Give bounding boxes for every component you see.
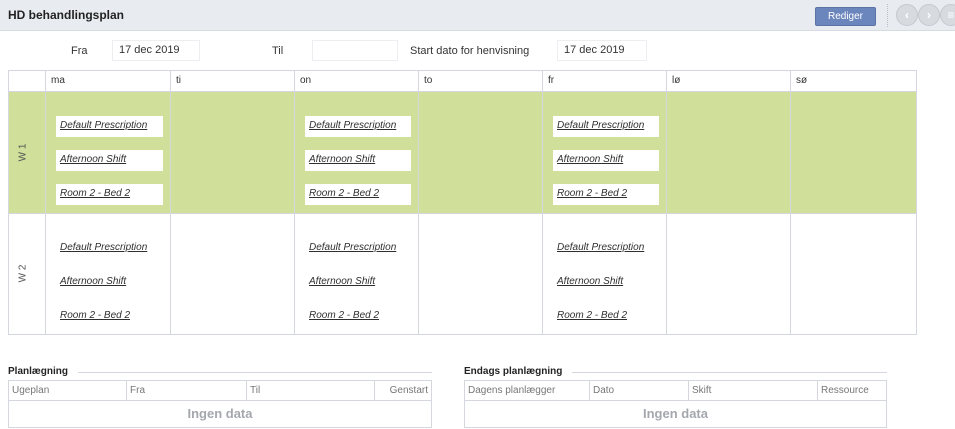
from-label: Fra [71,45,88,57]
day-cell-to [419,92,543,214]
day-planning-divider [572,372,887,373]
column-header[interactable]: Ressource [818,381,886,401]
prescription-link[interactable]: Default Prescription [56,238,163,259]
schedule-grid: ma ti on to fr lø sø W 1 Default Prescri… [8,70,917,335]
start-date-field[interactable]: 17 dec 2019 [557,40,647,61]
day-header-on: on [295,71,419,92]
title-bar: HD behandlingsplan Rediger ‹ › ≡ [0,0,955,31]
planning-title: Planlægning [8,366,68,377]
location-link[interactable]: Room 2 - Bed 2 [553,184,659,205]
menu-icon[interactable]: ≡ [940,4,955,26]
location-link[interactable]: Room 2 - Bed 2 [305,306,411,327]
shift-link[interactable]: Afternoon Shift [553,150,659,171]
day-planning-title: Endags planlægning [464,366,563,377]
day-cell-ti [171,214,295,334]
column-header[interactable]: Dato [590,381,689,401]
planning-divider [78,372,432,373]
day-header-lo: lø [667,71,791,92]
column-header[interactable]: Skift [689,381,818,401]
empty-state: Ingen data [642,406,708,421]
prev-icon[interactable]: ‹ [896,4,918,26]
day-cell-ma: Default Prescription Afternoon Shift Roo… [46,92,171,214]
day-header-ti: ti [171,71,295,92]
day-header-fr: fr [543,71,667,92]
week-label-cell: W 2 [9,214,46,334]
week-label: W 1 [17,143,29,162]
column-header[interactable]: Ugeplan [9,381,127,401]
empty-state: Ingen data [187,406,253,421]
day-cell-on: Default Prescription Afternoon Shift Roo… [295,92,419,214]
week-label-cell: W 1 [9,92,46,214]
day-cell-to [419,214,543,334]
column-header[interactable]: Genstart [375,381,431,401]
prescription-link[interactable]: Default Prescription [553,238,659,259]
start-date-label: Start dato for henvisning [410,45,530,57]
column-header[interactable]: Dagens planlægger [465,381,590,401]
shift-link[interactable]: Afternoon Shift [56,272,163,293]
prescription-link[interactable]: Default Prescription [305,238,411,259]
shift-link[interactable]: Afternoon Shift [305,272,411,293]
location-link[interactable]: Room 2 - Bed 2 [305,184,411,205]
day-planning-table: Dagens planlægger Dato Skift Ressource I… [464,380,887,428]
column-header[interactable]: Til [247,381,375,401]
day-header-ma: ma [46,71,171,92]
day-cell-on: Default Prescription Afternoon Shift Roo… [295,214,419,334]
prescription-link[interactable]: Default Prescription [305,116,411,137]
to-date-field[interactable] [312,40,398,61]
week-label: W 2 [17,264,29,283]
column-header[interactable]: Fra [127,381,247,401]
day-cell-lo [667,92,791,214]
edit-button[interactable]: Rediger [815,7,876,26]
next-icon[interactable]: › [918,4,940,26]
day-header-to: to [419,71,543,92]
to-label: Til [272,45,284,57]
shift-link[interactable]: Afternoon Shift [553,272,659,293]
day-cell-so [791,92,916,214]
location-link[interactable]: Room 2 - Bed 2 [553,306,659,327]
page-title: HD behandlingsplan [8,8,125,22]
toolbar-divider [887,4,888,27]
day-cell-ma: Default Prescription Afternoon Shift Roo… [46,214,171,334]
day-cell-fr: Default Prescription Afternoon Shift Roo… [543,214,667,334]
shift-link[interactable]: Afternoon Shift [305,150,411,171]
day-cell-so [791,214,916,334]
location-link[interactable]: Room 2 - Bed 2 [56,184,163,205]
shift-link[interactable]: Afternoon Shift [56,150,163,171]
day-cell-fr: Default Prescription Afternoon Shift Roo… [543,92,667,214]
prescription-link[interactable]: Default Prescription [553,116,659,137]
planning-table: Ugeplan Fra Til Genstart Ingen data [8,380,432,428]
prescription-link[interactable]: Default Prescription [56,116,163,137]
day-cell-lo [667,214,791,334]
week-header-corner [9,71,46,92]
location-link[interactable]: Room 2 - Bed 2 [56,306,163,327]
day-header-so: sø [791,71,916,92]
day-cell-ti [171,92,295,214]
from-date-field[interactable]: 17 dec 2019 [112,40,200,61]
